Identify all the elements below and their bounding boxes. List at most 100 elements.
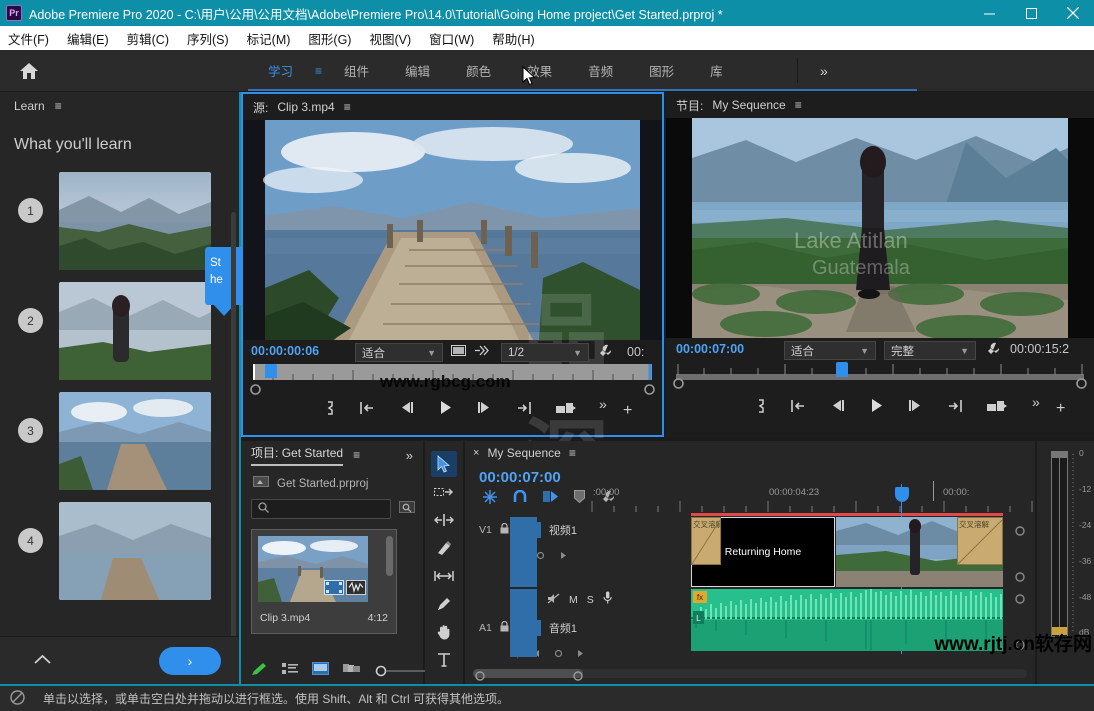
learn-panel-body[interactable]: What you'll learn 1 2 3 4: [0, 122, 239, 636]
lock-icon[interactable]: [500, 619, 509, 637]
close-icon[interactable]: [1052, 0, 1094, 26]
selection-tool[interactable]: [431, 451, 457, 477]
slip-tool[interactable]: [431, 563, 457, 589]
step-back-button[interactable]: [399, 401, 414, 414]
track-v1-enable-strip[interactable]: [510, 517, 537, 587]
learn-panel-menu-icon[interactable]: ≡: [55, 99, 62, 113]
track-v1-collapse-handle[interactable]: [1015, 569, 1025, 587]
timeline-hscrollbar[interactable]: [473, 669, 1027, 681]
add-marker-button[interactable]: [756, 398, 766, 413]
snap-icon[interactable]: [513, 489, 527, 508]
project-file-row[interactable]: Get Started.prproj: [241, 469, 423, 493]
learn-panel-tab[interactable]: Learn: [14, 99, 45, 113]
add-marker-button[interactable]: [325, 400, 335, 415]
workspace-overflow-button[interactable]: »: [820, 63, 828, 79]
wrench-icon[interactable]: [598, 344, 612, 358]
maximize-icon[interactable]: [1010, 0, 1052, 26]
program-monitor-video[interactable]: Lake Atitlan Guatemala: [666, 118, 1094, 338]
menu-item-window[interactable]: 窗口(W): [429, 29, 474, 48]
source-out-point-handle[interactable]: [644, 382, 655, 400]
next-keyframe-icon[interactable]: [576, 645, 585, 663]
lock-icon[interactable]: [500, 521, 509, 539]
mark-in-button[interactable]: [790, 399, 806, 413]
find-icon[interactable]: [399, 500, 415, 519]
add-keyframe-icon[interactable]: [536, 547, 545, 565]
transition-cross-dissolve-out[interactable]: 交叉溶解: [957, 517, 1003, 565]
menu-item-marker[interactable]: 标记(M): [247, 29, 291, 48]
play-button[interactable]: [438, 400, 453, 415]
learn-next-button[interactable]: ›: [159, 646, 221, 675]
list-item[interactable]: 3: [0, 386, 239, 496]
linked-selection-icon[interactable]: [543, 490, 558, 508]
source-monitor-menu-icon[interactable]: ≡: [344, 100, 351, 114]
list-item[interactable]: 2: [0, 276, 239, 386]
timeline-menu-icon[interactable]: ≡: [569, 446, 576, 460]
tab-learn[interactable]: 学习: [250, 57, 311, 84]
menu-item-clip[interactable]: 剪辑(C): [127, 29, 169, 48]
mute-button[interactable]: M: [569, 594, 578, 606]
program-add-button[interactable]: +: [1056, 400, 1065, 418]
solo-button[interactable]: S: [587, 594, 594, 606]
export-frame-icon[interactable]: [451, 344, 466, 357]
program-quality-dropdown[interactable]: 完整 ▼: [884, 341, 976, 360]
track-v1-clips[interactable]: Returning Home 交叉溶解 交叉溶解: [691, 517, 1003, 587]
menu-item-edit[interactable]: 编辑(E): [67, 29, 109, 48]
source-resolution-dropdown[interactable]: 1/2 ▼: [501, 343, 589, 362]
transition-cross-dissolve-in[interactable]: 交叉溶解: [691, 517, 721, 565]
type-tool[interactable]: [431, 647, 457, 673]
list-view-icon[interactable]: [282, 662, 298, 680]
list-item[interactable]: 1: [0, 166, 239, 276]
insert-icon[interactable]: [556, 401, 576, 415]
program-timeline-ruler[interactable]: [676, 362, 1084, 380]
step-forward-button[interactable]: [908, 399, 923, 412]
track-a1-collapse-handle[interactable]: [1015, 637, 1025, 655]
mute-audio-icon[interactable]: [547, 591, 560, 609]
program-more-button[interactable]: »: [1032, 394, 1040, 410]
chevron-up-icon[interactable]: [34, 652, 51, 669]
program-monitor-menu-icon[interactable]: ≡: [795, 98, 802, 112]
timeline-playhead[interactable]: [895, 487, 909, 502]
menu-item-help[interactable]: 帮助(H): [492, 29, 534, 48]
tab-effects[interactable]: 效果: [509, 57, 570, 84]
tab-assembly[interactable]: 组件: [326, 57, 387, 84]
learn-scrollbar[interactable]: [231, 212, 236, 642]
source-monitor-video[interactable]: [243, 120, 662, 340]
timeline-hscroll-thumb[interactable]: [473, 669, 583, 678]
wrench-icon[interactable]: [986, 342, 1000, 356]
source-in-point-handle[interactable]: [250, 382, 261, 400]
source-add-button[interactable]: +: [623, 402, 632, 420]
nest-toggle-icon[interactable]: [483, 489, 497, 509]
play-button[interactable]: [869, 398, 884, 413]
tab-libraries[interactable]: 库: [692, 57, 741, 84]
mark-in-button[interactable]: [359, 401, 375, 415]
timeline-ruler[interactable]: :00:00 00:00:04:23 00:00:: [591, 487, 1035, 515]
timeline-timecode[interactable]: 00:00:07:00: [465, 465, 1035, 488]
program-playhead[interactable]: [836, 362, 848, 377]
hand-tool[interactable]: [431, 619, 457, 645]
program-monitor-sequence-name[interactable]: My Sequence: [712, 98, 785, 112]
list-item[interactable]: Clip 3.mp4 4:12: [251, 529, 397, 634]
menu-item-file[interactable]: 文件(F): [8, 29, 49, 48]
zoom-slider[interactable]: [375, 665, 427, 677]
timeline-close-icon[interactable]: ×: [473, 447, 479, 459]
new-item-pen-icon[interactable]: [251, 662, 268, 681]
track-select-tool[interactable]: [431, 479, 457, 505]
tab-editing[interactable]: 编辑: [387, 57, 448, 84]
pen-tool[interactable]: [431, 591, 457, 617]
list-item[interactable]: 4: [0, 496, 239, 606]
timeline-sequence-name[interactable]: My Sequence: [487, 446, 560, 460]
tab-graphics[interactable]: 图形: [631, 57, 692, 84]
menu-item-graphics[interactable]: 图形(G): [308, 29, 351, 48]
source-more-button[interactable]: »: [599, 396, 607, 412]
track-a1-enable-strip[interactable]: [510, 589, 537, 657]
program-fit-dropdown[interactable]: 适合 ▼: [784, 341, 876, 360]
icon-view-icon[interactable]: [312, 662, 329, 680]
source-fit-dropdown[interactable]: 适合 ▼: [355, 343, 443, 362]
tab-color[interactable]: 颜色: [448, 57, 509, 84]
menu-item-sequence[interactable]: 序列(S): [187, 29, 229, 48]
source-timeline-ruler[interactable]: [253, 364, 652, 380]
step-forward-button[interactable]: [477, 401, 492, 414]
mark-out-button[interactable]: [947, 399, 963, 413]
search-input[interactable]: [251, 499, 391, 519]
project-panel-menu-icon[interactable]: ≡: [353, 448, 360, 462]
